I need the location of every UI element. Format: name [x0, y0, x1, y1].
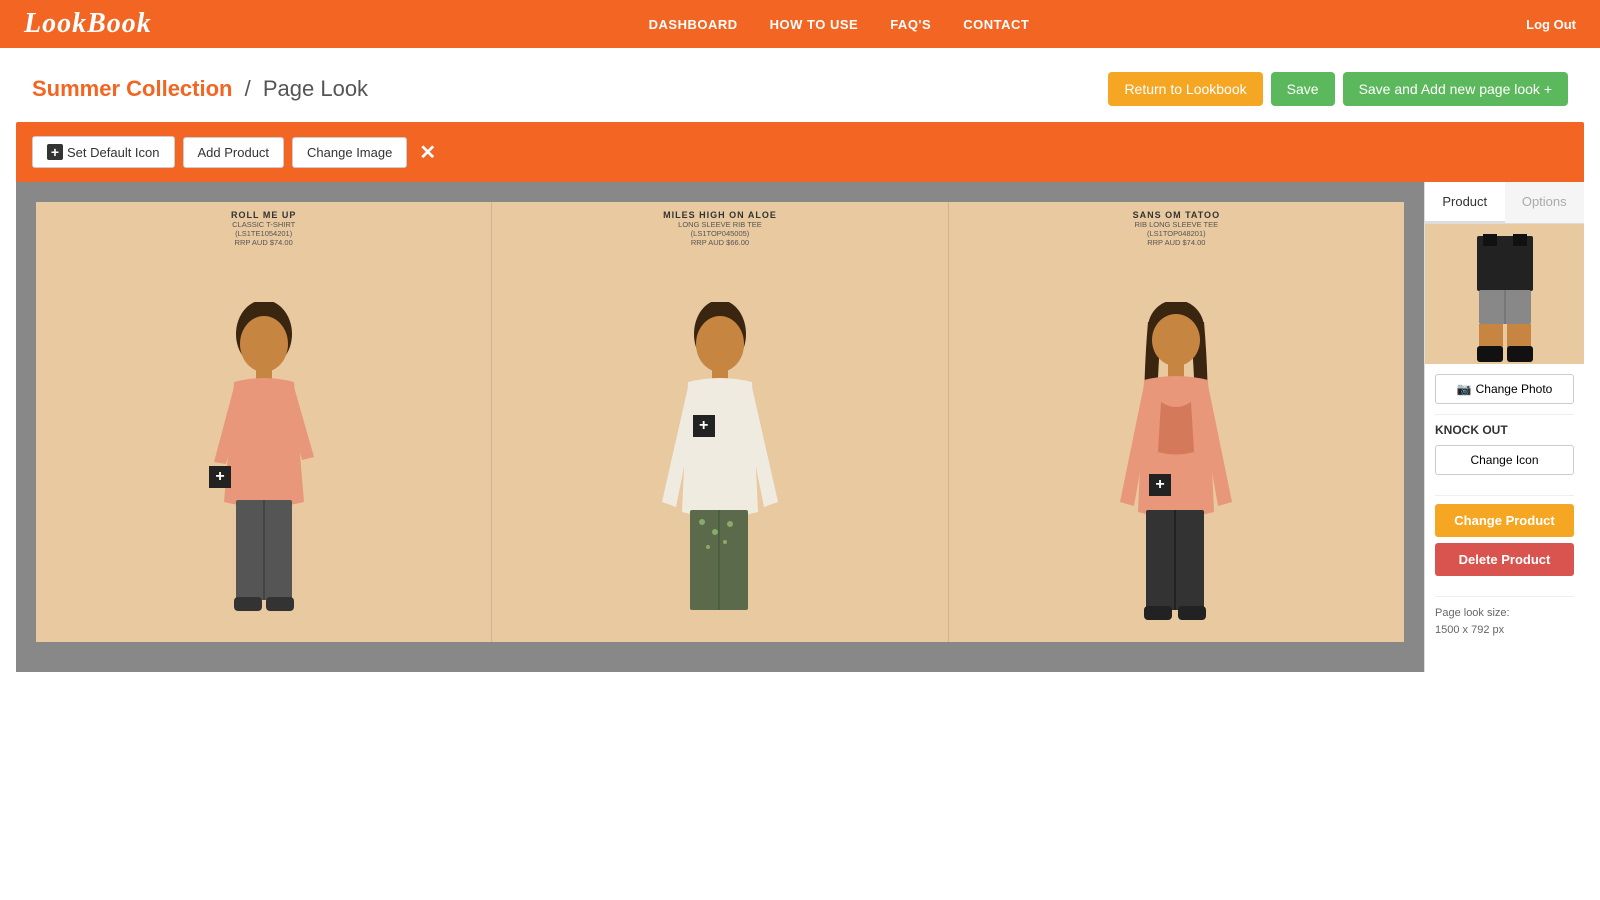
model-visual-3: + — [949, 251, 1404, 642]
page-look-size-label: Page look size: — [1435, 607, 1510, 619]
model-column-1: ROLL ME UP CLASSIC T-SHIRT (LS1TE1054201… — [36, 202, 491, 642]
knockout-label: KNOCK OUT — [1435, 423, 1574, 437]
nav: DASHBOARD HOW TO USE FAQ'S CONTACT — [649, 17, 1030, 32]
change-photo-button[interactable]: 📷 Change Photo — [1435, 374, 1574, 404]
nav-dashboard[interactable]: DASHBOARD — [649, 17, 738, 32]
model-visual-1: + — [36, 251, 491, 642]
page-look-size-value: 1500 x 792 px — [1435, 624, 1504, 636]
return-to-lookbook-button[interactable]: Return to Lookbook — [1108, 72, 1262, 106]
camera-icon: 📷 — [1457, 382, 1472, 396]
page-look-size: Page look size: 1500 x 792 px — [1435, 605, 1574, 638]
divider-1 — [1435, 414, 1574, 415]
divider-3 — [1435, 596, 1574, 597]
set-default-icon-button[interactable]: + Set Default Icon — [32, 136, 175, 168]
tab-options[interactable]: Options — [1505, 182, 1585, 223]
nav-contact[interactable]: CONTACT — [963, 17, 1029, 32]
change-image-button[interactable]: Change Image — [292, 137, 407, 168]
breadcrumb-page: Page Look — [263, 76, 368, 101]
panel-tabs: Product Options — [1425, 182, 1584, 224]
breadcrumb: Summer Collection / Page Look — [32, 76, 368, 102]
nav-how-to-use[interactable]: HOW TO USE — [770, 17, 859, 32]
model-svg-3 — [1086, 302, 1266, 642]
product-sub2-3: (LS1TOP048201) — [953, 229, 1400, 238]
plus-icon: + — [47, 144, 63, 160]
set-default-icon-label: Set Default Icon — [67, 145, 160, 160]
product-title-2: MILES HIGH ON ALOE — [496, 210, 943, 220]
add-hotspot-2[interactable]: + — [693, 415, 715, 437]
main-content: Summer Collection / Page Look Return to … — [0, 48, 1600, 900]
product-title-1: ROLL ME UP — [40, 210, 487, 220]
product-price-3: RRP AUD $74.00 — [953, 238, 1400, 247]
product-label-1: ROLL ME UP CLASSIC T-SHIRT (LS1TE1054201… — [36, 202, 491, 251]
lookbook-image-area: ROLL ME UP CLASSIC T-SHIRT (LS1TE1054201… — [16, 182, 1424, 672]
product-sub1-2: LONG SLEEVE RIB TEE — [496, 220, 943, 229]
model-column-3: SANS OM TATOO RIB LONG SLEEVE TEE (LS1TO… — [949, 202, 1404, 642]
product-price-1: RRP AUD $74.00 — [40, 238, 487, 247]
add-product-button[interactable]: Add Product — [183, 137, 285, 168]
product-thumbnail — [1425, 224, 1584, 364]
product-thumb-svg — [1435, 226, 1575, 364]
breadcrumb-collection[interactable]: Summer Collection — [32, 76, 232, 101]
model-svg-2 — [630, 302, 810, 642]
change-product-button[interactable]: Change Product — [1435, 504, 1574, 537]
page-header: Summer Collection / Page Look Return to … — [0, 48, 1600, 122]
lookbook-background: ROLL ME UP CLASSIC T-SHIRT (LS1TE1054201… — [36, 202, 1404, 642]
panel-body: 📷 Change Photo KNOCK OUT Change Icon Cha… — [1425, 364, 1584, 672]
product-title-3: SANS OM TATOO — [953, 210, 1400, 220]
add-hotspot-3[interactable]: + — [1149, 474, 1171, 496]
save-button[interactable]: Save — [1271, 72, 1335, 106]
change-image-label: Change Image — [307, 145, 392, 160]
right-panel: Product Options — [1424, 182, 1584, 672]
model-svg-1 — [174, 302, 354, 642]
product-sub2-1: (LS1TE1054201) — [40, 229, 487, 238]
tab-product[interactable]: Product — [1425, 182, 1505, 223]
toolbar: + Set Default Icon Add Product Change Im… — [16, 122, 1584, 182]
change-icon-button[interactable]: Change Icon — [1435, 445, 1574, 475]
product-sub1-1: CLASSIC T-SHIRT — [40, 220, 487, 229]
save-and-add-button[interactable]: Save and Add new page look + — [1343, 72, 1568, 106]
change-photo-label: Change Photo — [1476, 382, 1553, 396]
header: LookBook DASHBOARD HOW TO USE FAQ'S CONT… — [0, 0, 1600, 48]
product-price-2: RRP AUD $66.00 — [496, 238, 943, 247]
add-hotspot-1[interactable]: + — [209, 466, 231, 488]
logout-button[interactable]: Log Out — [1526, 17, 1576, 32]
product-sub2-2: (LS1TOP045005) — [496, 229, 943, 238]
product-sub1-3: RIB LONG SLEEVE TEE — [953, 220, 1400, 229]
divider-2 — [1435, 495, 1574, 496]
close-icon[interactable]: ✕ — [419, 140, 436, 165]
product-label-3: SANS OM TATOO RIB LONG SLEEVE TEE (LS1TO… — [949, 202, 1404, 251]
nav-faqs[interactable]: FAQ'S — [890, 17, 931, 32]
product-label-2: MILES HIGH ON ALOE LONG SLEEVE RIB TEE (… — [492, 202, 947, 251]
add-product-label: Add Product — [198, 145, 270, 160]
content-area: ROLL ME UP CLASSIC T-SHIRT (LS1TE1054201… — [16, 182, 1584, 672]
model-visual-2: + — [492, 251, 947, 642]
logo: LookBook — [24, 8, 152, 40]
header-actions: Return to Lookbook Save Save and Add new… — [1108, 72, 1568, 106]
model-column-2: MILES HIGH ON ALOE LONG SLEEVE RIB TEE (… — [492, 202, 947, 642]
delete-product-button[interactable]: Delete Product — [1435, 543, 1574, 576]
breadcrumb-separator: / — [245, 76, 251, 101]
